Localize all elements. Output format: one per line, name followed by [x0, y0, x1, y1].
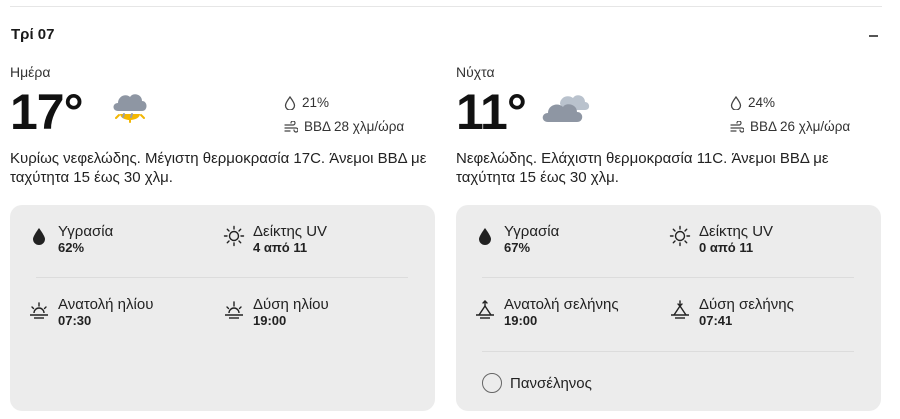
uv-value: 4 από 11 — [253, 240, 308, 255]
humidity-item: Υγρασία 62% — [28, 223, 113, 256]
raindrop-icon — [730, 95, 742, 110]
card-divider — [482, 351, 854, 352]
moonrise-label: Ανατολή σελήνης — [504, 296, 619, 313]
night-wind: ΒΒΔ 26 χλμ/ώρα — [730, 119, 850, 134]
uv-sun-icon — [669, 225, 691, 247]
night-wind-value: ΒΒΔ 26 χλμ/ώρα — [750, 119, 851, 134]
sunset-value: 19:00 — [253, 313, 287, 328]
sunrise-label: Ανατολή ηλίου — [58, 296, 154, 313]
sunset-item: Δύση ηλίου 19:00 — [223, 296, 329, 329]
humidity-label: Υγρασία — [504, 223, 560, 240]
sunset-label: Δύση ηλίου — [253, 296, 329, 313]
sunrise-icon — [30, 302, 48, 319]
partly-sunny-rain-icon — [106, 88, 154, 132]
raindrop-icon — [284, 95, 296, 110]
moonset-label: Δύση σελήνης — [699, 296, 794, 313]
daily-forecast-panel: Τρί 07 Ημέρα 17° 21% ΒΒΔ 28 χλμ/ώρα Κυρί… — [0, 0, 900, 419]
moonset-value: 07:41 — [699, 313, 733, 328]
humidity-value: 67% — [504, 240, 531, 255]
night-description: Νεφελώδης. Ελάχιστη θερμοκρασία 11C. Άνε… — [456, 150, 829, 186]
humidity-drop-icon — [33, 228, 45, 245]
day-wind-value: ΒΒΔ 28 χλμ/ώρα — [304, 119, 405, 134]
day-wind: ΒΒΔ 28 χλμ/ώρα — [284, 119, 404, 134]
uv-sun-icon — [223, 225, 245, 247]
cloudy-icon — [538, 88, 590, 132]
uv-item: Δείκτης UV 4 από 11 — [223, 223, 327, 256]
sunset-icon — [225, 301, 243, 319]
wind-icon — [730, 120, 744, 133]
night-label: Νύχτα — [456, 64, 495, 80]
card-divider — [482, 277, 854, 278]
night-details-card: Υγρασία 67% Δείκτης UV 0 από 11 Ανατολή … — [456, 205, 881, 411]
night-temperature: 11° — [456, 84, 527, 140]
humidity-drop-icon — [479, 228, 491, 245]
uv-label: Δείκτης UV — [253, 223, 328, 240]
uv-value: 0 από 11 — [699, 240, 754, 255]
moonset-item: Δύση σελήνης 07:41 — [669, 296, 794, 329]
card-divider — [36, 277, 408, 278]
night-column: Νύχτα 11° 24% ΒΒΔ 26 χλμ/ώρα Νεφελώδης. … — [456, 0, 881, 419]
uv-label: Δείκτης UV — [699, 223, 774, 240]
day-precip-value: 21% — [302, 95, 330, 110]
sunrise-item: Ανατολή ηλίου 07:30 — [28, 296, 153, 329]
humidity-label: Υγρασία — [58, 223, 114, 240]
humidity-value: 62% — [58, 240, 85, 255]
humidity-item: Υγρασία 67% — [474, 223, 559, 256]
uv-item: Δείκτης UV 0 από 11 — [669, 223, 773, 256]
moonrise-item: Ανατολή σελήνης 19:00 — [474, 296, 619, 329]
moonset-icon — [671, 300, 689, 319]
day-details-card: Υγρασία 62% Δείκτης UV 4 από 11 Ανατολή … — [10, 205, 435, 411]
day-label: Ημέρα — [10, 64, 51, 80]
night-precipitation: 24% — [730, 95, 775, 110]
moon-phase-item: Πανσέληνος — [482, 373, 592, 393]
sunrise-value: 07:30 — [58, 313, 92, 328]
day-column: Ημέρα 17° 21% ΒΒΔ 28 χλμ/ώρα Κυρίως νεφε… — [10, 0, 435, 419]
day-description: Κυρίως νεφελώδης. Μέγιστη θερμοκρασία 17… — [10, 150, 427, 186]
day-precipitation: 21% — [284, 95, 329, 110]
moonrise-value: 19:00 — [504, 313, 538, 328]
full-moon-icon — [482, 373, 502, 393]
night-precip-value: 24% — [748, 95, 776, 110]
wind-icon — [284, 120, 298, 133]
moonrise-icon — [476, 300, 494, 319]
day-temperature: 17° — [10, 84, 84, 140]
moon-phase-label: Πανσέληνος — [510, 374, 592, 392]
